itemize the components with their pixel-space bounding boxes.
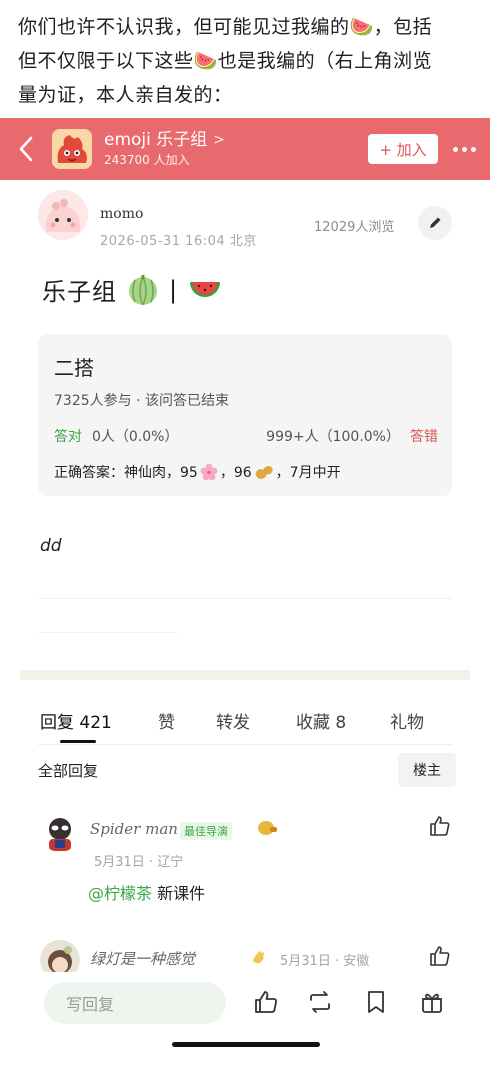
more-dot-icon xyxy=(452,146,458,152)
divider xyxy=(38,744,452,745)
tab-shares[interactable]: 转发 xyxy=(216,708,250,733)
answer-prefix: 正确答案：神仙肉，95 xyxy=(54,465,198,481)
back-button[interactable] xyxy=(0,118,52,180)
comment-text: @柠檬茶 新课件 xyxy=(88,880,205,904)
post-tabs: 回复 421 赞 转发 收藏 8 礼物 xyxy=(0,700,490,746)
quiz-title: 二搭 xyxy=(54,356,94,380)
caption-line-3: 量为证，本人亲自发的： xyxy=(18,84,233,106)
correct-answer: 正确答案：神仙肉，95 ，96 ，7月中开 xyxy=(54,462,341,482)
home-indicator xyxy=(172,1042,320,1047)
caption-line-2: 但不仅限于以下这些🍉也是我编的（右上角浏览 xyxy=(18,50,433,72)
tab-gifts[interactable]: 礼物 xyxy=(390,708,424,733)
like-icon[interactable] xyxy=(252,988,280,1016)
post-title: 乐子组 | xyxy=(42,272,222,307)
hand-wave-icon xyxy=(253,951,264,964)
group-avatar[interactable] xyxy=(52,129,92,169)
award-medal-icon xyxy=(258,821,277,835)
section-divider xyxy=(20,670,470,680)
more-dot-icon xyxy=(470,146,476,152)
edit-button[interactable] xyxy=(418,206,452,240)
join-group-button[interactable]: + 加入 xyxy=(368,134,438,164)
comment-date: 5月31日 · 辽宁 xyxy=(94,855,184,870)
quiz-meta: 7325人参与 · 该问答已结束 xyxy=(54,393,229,409)
post-body: dd xyxy=(40,536,62,556)
author-avatar[interactable] xyxy=(38,190,88,240)
thumbs-up-icon[interactable] xyxy=(428,944,452,968)
spider-man-avatar-icon xyxy=(40,812,80,852)
post-title-text: 乐子组 xyxy=(42,278,117,306)
caption-line-1: 你们也许不认识我，但可能见过我编的🍉，包括 xyxy=(18,16,433,38)
chevron-right-icon: > xyxy=(213,132,226,148)
thumbs-up-icon[interactable] xyxy=(428,814,452,838)
correct-value: 0人（0.0%） xyxy=(92,429,179,445)
repost-icon[interactable] xyxy=(306,988,334,1016)
wrong-label: 答错 xyxy=(410,429,438,445)
group-member-count: 243700 人加入 xyxy=(104,153,190,167)
commenter-name[interactable]: 绿灯是一种感觉 xyxy=(90,948,195,969)
wrong-value: 999+人（100.0%） xyxy=(266,429,400,445)
answer-suffix: ，7月中开 xyxy=(275,465,341,481)
watermelon-icon xyxy=(190,281,221,297)
owner-only-filter-button[interactable]: 楼主 xyxy=(398,753,456,787)
answer-mid: ，96 xyxy=(219,465,252,481)
commenter-avatar[interactable] xyxy=(40,812,80,852)
comment-body: 新课件 xyxy=(157,884,206,903)
group-info[interactable]: emoji 乐子组 > 243700 人加入 xyxy=(104,129,368,169)
group-header: emoji 乐子组 > 243700 人加入 + 加入 xyxy=(0,118,490,180)
tab-likes[interactable]: 赞 xyxy=(158,708,175,733)
back-arrow-icon xyxy=(19,136,33,162)
melon-icon xyxy=(129,274,157,305)
correct-label: 答对 xyxy=(54,429,82,445)
pink-creature-icon xyxy=(38,190,88,240)
author-name[interactable]: momo xyxy=(100,206,143,222)
group-name-row: emoji 乐子组 > xyxy=(104,129,368,151)
bottom-action-bar: 写回复 xyxy=(0,972,490,1076)
bookmark-icon[interactable] xyxy=(362,988,390,1016)
comment-date: 5月31日 · 安徽 xyxy=(280,954,370,969)
active-tab-indicator xyxy=(60,740,96,743)
post-title-separator: | xyxy=(169,275,179,304)
post-author: momo 2026-05-31 16:04 北京 12029人浏览 xyxy=(38,190,458,249)
all-replies-label: 全部回复 xyxy=(38,762,99,780)
reply-input[interactable]: 写回复 xyxy=(44,982,226,1024)
more-dot-icon xyxy=(461,146,467,152)
best-director-badge: 最佳导演 xyxy=(180,822,232,840)
pencil-icon xyxy=(430,217,441,228)
post-date: 2026-05-31 16:04 北京 xyxy=(100,234,257,249)
fire-creature-icon xyxy=(52,129,92,169)
divider xyxy=(38,598,452,599)
more-menu-button[interactable] xyxy=(438,118,490,180)
tab-replies[interactable]: 回复 421 xyxy=(40,708,112,733)
divider xyxy=(38,632,178,633)
quiz-card[interactable]: 二搭 7325人参与 · 该问答已结束 答对 0人（0.0%） 999+人（10… xyxy=(38,334,452,496)
cherry-blossom-icon xyxy=(200,463,218,481)
gift-icon[interactable] xyxy=(418,988,446,1016)
tab-favorites[interactable]: 收藏 8 xyxy=(296,708,346,733)
commenter-name[interactable]: Spider man xyxy=(90,820,178,838)
caption: 你们也许不认识我，但可能见过我编的🍉，包括 但不仅限于以下这些🍉也是我编的（右上… xyxy=(0,0,490,118)
group-name: emoji 乐子组 xyxy=(104,130,208,150)
view-count: 12029人浏览 xyxy=(314,220,395,235)
mention-link[interactable]: @柠檬茶 xyxy=(88,884,152,903)
quiz-results: 答对 0人（0.0%） 999+人（100.0%） 答错 xyxy=(54,426,438,446)
peanut-icon xyxy=(255,466,273,479)
